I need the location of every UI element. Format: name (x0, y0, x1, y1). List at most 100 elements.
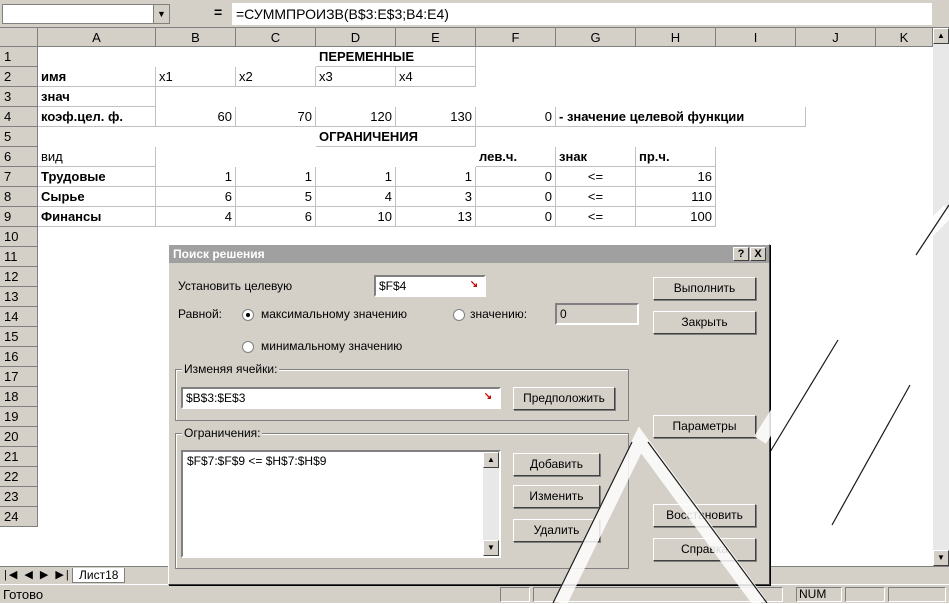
cell-f7[interactable]: 0 (476, 167, 556, 187)
row-header[interactable]: 12 (0, 267, 38, 287)
column-header-c[interactable]: C (236, 28, 316, 47)
cell-h6[interactable]: пр.ч. (636, 147, 716, 167)
cell-f4[interactable]: 0 (476, 107, 556, 127)
row-header[interactable]: 4 (0, 107, 38, 127)
row-header[interactable]: 2 (0, 67, 38, 87)
solve-button[interactable]: Выполнить (653, 277, 756, 300)
cell-h9[interactable]: 100 (636, 207, 716, 227)
row-header[interactable]: 1 (0, 47, 38, 67)
row-header[interactable]: 13 (0, 287, 38, 307)
column-header-j[interactable]: J (796, 28, 876, 47)
row-header[interactable]: 6 (0, 147, 38, 167)
close-button[interactable]: Закрыть (653, 311, 756, 334)
row-header[interactable]: 15 (0, 327, 38, 347)
cell-e9[interactable]: 13 (396, 207, 476, 227)
constraints-list[interactable]: $F$7:$F$9 <= $H$7:$H$9 ▲ ▼ (181, 450, 501, 558)
close-title-button[interactable]: X (750, 247, 766, 261)
row-header[interactable]: 21 (0, 447, 38, 467)
cell-e2[interactable]: x4 (396, 67, 476, 87)
cell-d7[interactable]: 1 (316, 167, 396, 187)
cell-g9[interactable]: <= (556, 207, 636, 227)
delete-button[interactable]: Удалить (513, 519, 600, 542)
row-header[interactable]: 19 (0, 407, 38, 427)
scroll-down-icon[interactable]: ▼ (933, 550, 949, 566)
cell-a7[interactable]: Трудовые (38, 167, 156, 187)
help-button[interactable]: Справка (653, 538, 756, 561)
row-header[interactable]: 7 (0, 167, 38, 187)
help-title-button[interactable]: ? (733, 247, 749, 261)
change-button[interactable]: Изменить (513, 485, 600, 508)
add-button[interactable]: Добавить (513, 453, 600, 476)
guess-button[interactable]: Предположить (513, 387, 615, 410)
formula-input[interactable]: =СУММПРОИЗВ(B$3:E$3;B4:E4) (232, 3, 932, 25)
cell-a8[interactable]: Сырье (38, 187, 156, 207)
cell-b8[interactable]: 6 (156, 187, 236, 207)
constraints-scrollbar[interactable]: ▲ ▼ (483, 452, 499, 556)
cell-a9[interactable]: Финансы (38, 207, 156, 227)
cell-d5[interactable]: ОГРАНИЧЕНИЯ (316, 127, 476, 147)
cell-d9[interactable]: 10 (316, 207, 396, 227)
cell-h7[interactable]: 16 (636, 167, 716, 187)
select-all-corner[interactable] (0, 28, 38, 47)
scroll-down-icon[interactable]: ▼ (483, 540, 499, 556)
cell-b2[interactable]: x1 (156, 67, 236, 87)
cell-c8[interactable]: 5 (236, 187, 316, 207)
column-header-i[interactable]: I (716, 28, 796, 47)
row-header[interactable]: 22 (0, 467, 38, 487)
cell-d4[interactable]: 120 (316, 107, 396, 127)
cell-g4[interactable]: - значение целевой функции (556, 107, 806, 127)
cell-d2[interactable]: x3 (316, 67, 396, 87)
changing-cells-input[interactable]: $B$3:$E$3 (181, 387, 501, 409)
cell-d8[interactable]: 4 (316, 187, 396, 207)
cell-f8[interactable]: 0 (476, 187, 556, 207)
cell-c7[interactable]: 1 (236, 167, 316, 187)
value-input[interactable]: 0 (555, 303, 639, 325)
row-header[interactable]: 8 (0, 187, 38, 207)
scroll-up-icon[interactable]: ▲ (933, 28, 949, 44)
row-header[interactable]: 14 (0, 307, 38, 327)
cell-c2[interactable]: x2 (236, 67, 316, 87)
row-header[interactable]: 23 (0, 487, 38, 507)
row-header[interactable]: 5 (0, 127, 38, 147)
cell-b9[interactable]: 4 (156, 207, 236, 227)
cell-a6[interactable]: вид (38, 147, 156, 167)
cell-g7[interactable]: <= (556, 167, 636, 187)
cell-e8[interactable]: 3 (396, 187, 476, 207)
sheet-vertical-scrollbar[interactable]: ▲ ▼ (933, 28, 949, 566)
row-header[interactable]: 18 (0, 387, 38, 407)
dialog-title-bar[interactable]: Поиск решения ? X (169, 245, 769, 263)
cell-f9[interactable]: 0 (476, 207, 556, 227)
radio-min-label[interactable]: минимальному значению (261, 339, 402, 353)
row-header[interactable]: 20 (0, 427, 38, 447)
row-header[interactable]: 3 (0, 87, 38, 107)
row-header[interactable]: 11 (0, 247, 38, 267)
radio-value-label[interactable]: значению: (470, 307, 527, 321)
sheet-nav-arrows-icon[interactable]: |◀ ◀ ▶ ▶| (4, 568, 71, 581)
column-header-f[interactable]: F (476, 28, 556, 47)
column-header-h[interactable]: H (636, 28, 716, 47)
radio-max-label[interactable]: максимальному значению (261, 307, 407, 321)
radio-min[interactable] (242, 341, 254, 353)
column-header-a[interactable]: A (38, 28, 156, 47)
name-box[interactable]: ▼ (2, 4, 170, 24)
row-header[interactable]: 24 (0, 507, 38, 527)
column-header-g[interactable]: G (556, 28, 636, 47)
collapse-dialog-icon[interactable]: ↘ (479, 390, 497, 406)
sheet-tab[interactable]: Лист18 (72, 568, 126, 583)
cell-a4[interactable]: коэф.цел. ф. (38, 107, 156, 127)
cell-f6[interactable]: лев.ч. (476, 147, 556, 167)
collapse-dialog-icon[interactable]: ↘ (465, 278, 483, 294)
cell-b4[interactable]: 60 (156, 107, 236, 127)
column-header-b[interactable]: B (156, 28, 236, 47)
cell-g8[interactable]: <= (556, 187, 636, 207)
cell-a2[interactable]: имя (38, 67, 156, 87)
row-header[interactable]: 10 (0, 227, 38, 247)
reset-all-button[interactable]: Восстановить (653, 504, 756, 527)
cell-b7[interactable]: 1 (156, 167, 236, 187)
scroll-up-icon[interactable]: ▲ (483, 452, 499, 468)
cell-e7[interactable]: 1 (396, 167, 476, 187)
column-header-d[interactable]: D (316, 28, 396, 47)
cell-a3[interactable]: знач (38, 87, 156, 107)
radio-value[interactable] (453, 309, 465, 321)
cell-c9[interactable]: 6 (236, 207, 316, 227)
